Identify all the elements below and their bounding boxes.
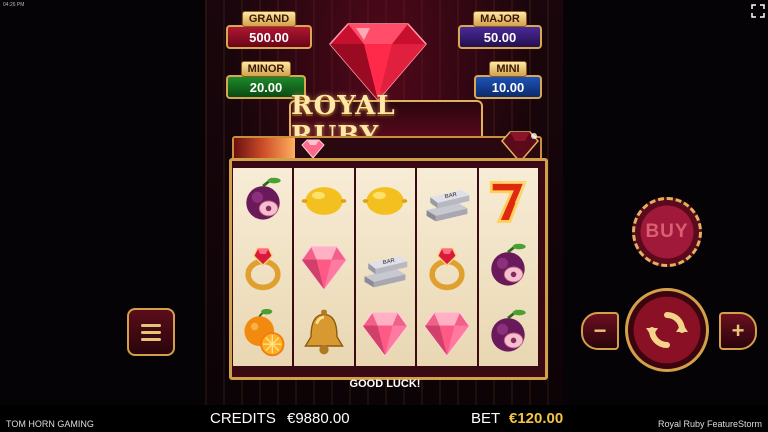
ruby-gem-icon	[329, 23, 427, 102]
jackpot-mini: MINI 10.00	[474, 59, 542, 99]
ruby-ring-icon	[429, 247, 465, 291]
reel-symbol	[417, 300, 476, 366]
reel-4: BAR	[417, 168, 477, 366]
reel-symbol	[356, 300, 415, 366]
menu-button[interactable]	[127, 308, 175, 356]
bottom-bar	[0, 405, 768, 432]
clock: 04:26 PM	[3, 2, 25, 8]
ruby-ring-icon	[245, 247, 281, 291]
reel-symbol	[479, 234, 538, 300]
fullscreen-icon[interactable]	[751, 4, 765, 18]
plum-icon	[245, 177, 281, 220]
jackpot-major-label: MAJOR	[473, 11, 527, 27]
reel-symbol	[417, 234, 476, 300]
buy-feature-button[interactable]: BUY	[632, 197, 702, 267]
jackpot-grand: GRAND 500.00	[226, 9, 312, 49]
pink-diamond-icon	[423, 311, 471, 357]
bet-value: €120.00	[509, 410, 564, 427]
menu-line	[141, 337, 161, 341]
increase-bet-button[interactable]: +	[719, 312, 757, 350]
silver-bars-icon: BAR	[426, 189, 470, 222]
reel-symbol	[233, 234, 292, 300]
pink-diamond-icon	[362, 311, 409, 357]
orange-icon	[244, 308, 285, 357]
jackpot-mini-label: MINI	[489, 61, 527, 77]
jackpot-major-value: 50.00	[458, 25, 542, 49]
progress-gem-icon	[301, 139, 325, 159]
game-name-label: Royal Ruby FeatureStorm	[657, 419, 762, 429]
spin-button[interactable]	[625, 288, 709, 372]
reel-symbol	[294, 234, 353, 300]
jackpot-grand-label: GRAND	[241, 11, 297, 27]
reel-2	[294, 168, 354, 366]
plum-icon	[491, 243, 526, 286]
jackpot-minor-label: MINOR	[240, 61, 292, 77]
reel-3: BAR	[355, 168, 416, 366]
bet-label: BET	[471, 410, 501, 427]
credits-label: CREDITS	[210, 410, 276, 427]
silver-bars-icon: BAR	[365, 255, 408, 288]
lemon-icon	[301, 187, 347, 215]
buy-label: BUY	[645, 221, 689, 242]
spin-arrows-icon	[646, 312, 688, 348]
reel-symbol	[233, 168, 292, 234]
status-message: GOOD LUCK!	[349, 378, 421, 390]
reel-symbol	[294, 300, 353, 366]
reel-symbol	[356, 168, 415, 234]
decrease-bet-button[interactable]: −	[581, 312, 619, 350]
jackpot-grand-value: 500.00	[226, 25, 312, 49]
jackpot-mini-value: 10.00	[474, 75, 542, 99]
credits-value: €9880.00	[287, 410, 350, 427]
reel-symbol: BAR	[417, 168, 476, 234]
progress-fill	[234, 138, 296, 160]
menu-line	[141, 330, 161, 334]
reel-1	[233, 168, 293, 366]
jackpot-major: MAJOR 50.00	[458, 9, 542, 49]
plum-icon	[491, 309, 526, 352]
reel-symbol	[233, 300, 292, 366]
reel-5	[478, 168, 538, 366]
reel-symbol	[479, 300, 538, 366]
brand-label: TOM HORN GAMING	[6, 419, 94, 429]
pink-diamond-icon	[300, 245, 348, 291]
reel-symbol: BAR	[356, 234, 415, 300]
reel-symbol	[479, 168, 538, 234]
menu-line	[141, 323, 161, 327]
reel-grid: BAR BAR	[233, 168, 538, 366]
lemon-icon	[363, 187, 408, 215]
seven-icon	[490, 181, 528, 223]
game-stage: 04:26 PM GRAND 500.00 MAJOR 50.00 MINOR …	[0, 0, 768, 432]
reel-symbol	[294, 168, 353, 234]
bell-icon	[304, 309, 344, 355]
